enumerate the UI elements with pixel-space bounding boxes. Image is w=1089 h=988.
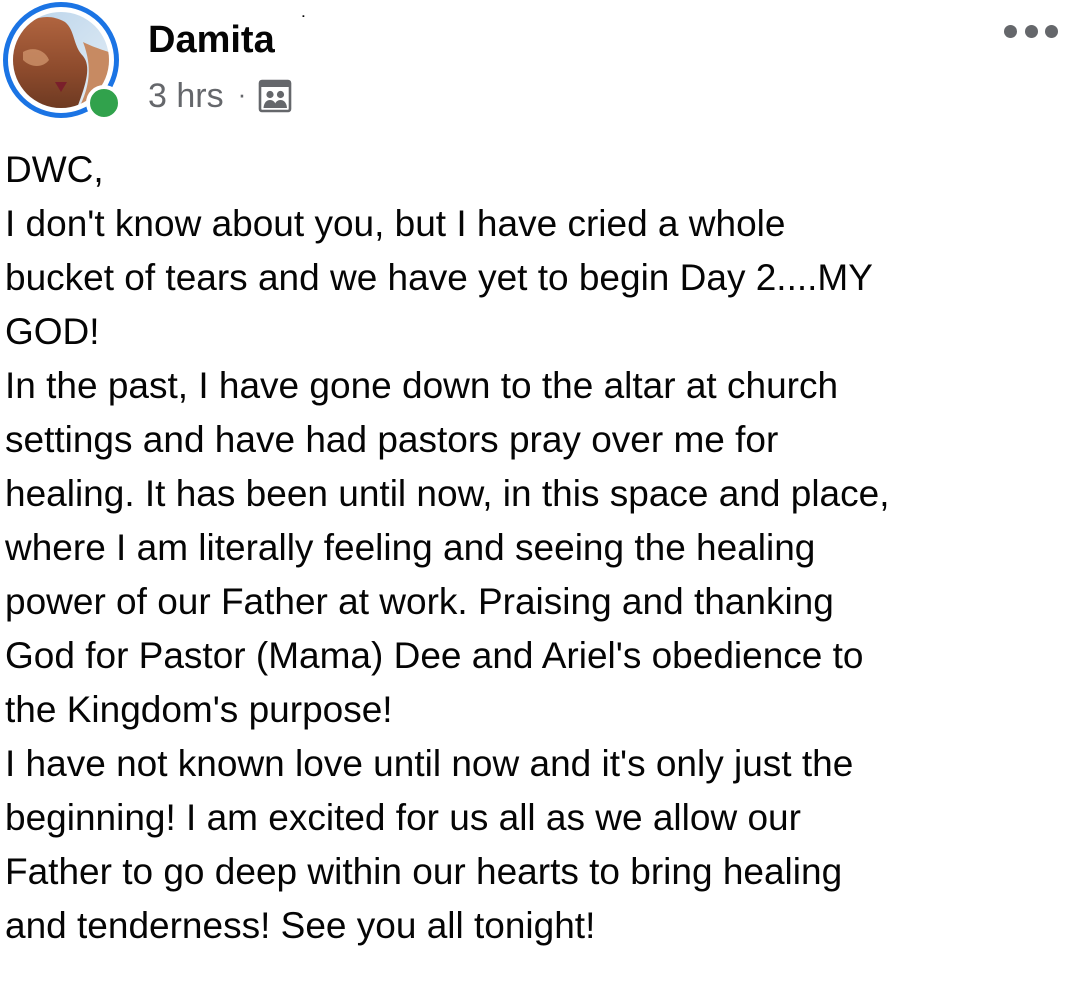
author-suffix-mark: ˙	[301, 13, 308, 35]
group-members-icon[interactable]	[258, 79, 292, 113]
post-header: Damita ˙ 3 hrs ·	[0, 0, 1089, 130]
more-options-icon[interactable]	[1004, 20, 1058, 42]
post-body-text: DWC, I don't know about you, but I have …	[5, 149, 890, 946]
meta-separator: ·	[237, 79, 247, 109]
more-dot	[1024, 24, 1038, 38]
more-dot	[1004, 24, 1017, 38]
post-timestamp[interactable]: 3 hrs	[148, 77, 224, 116]
online-status-dot	[86, 85, 122, 121]
author-name[interactable]: Damita	[148, 18, 275, 62]
post-meta: 3 hrs ·	[148, 76, 292, 116]
more-dot	[1045, 24, 1058, 38]
post-card: Damita ˙ 3 hrs · DWC, I don't know about…	[0, 0, 1089, 988]
